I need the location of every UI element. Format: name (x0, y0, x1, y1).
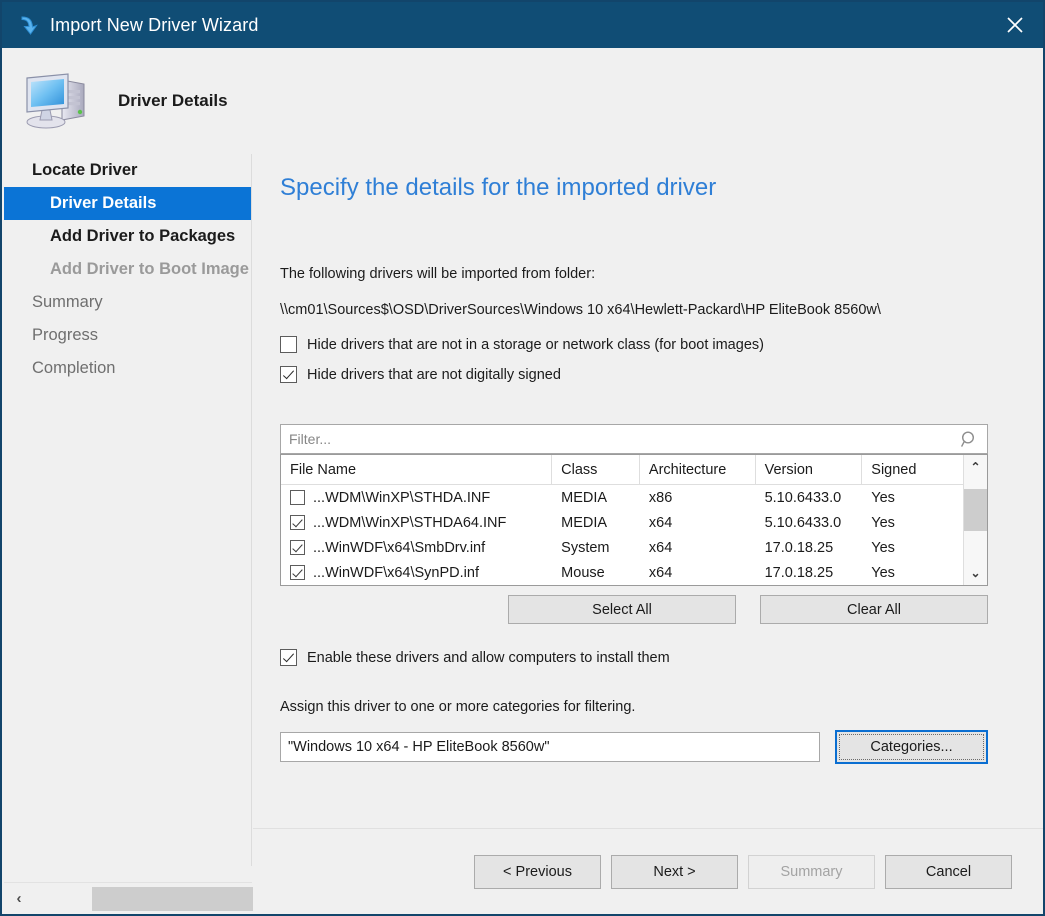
hide-non-storage-label: Hide drivers that are not in a storage o… (307, 337, 764, 353)
column-header-version[interactable]: Version (756, 455, 863, 484)
next-button[interactable]: Next > (611, 855, 738, 889)
row-file-name: ...WinWDF\x64\SmbDrv.inf (313, 540, 485, 556)
table-row[interactable]: ...WDM\WinXP\STHDA.INF MEDIA x86 5.10.64… (281, 485, 963, 510)
window-title: Import New Driver Wizard (50, 15, 258, 36)
cancel-button[interactable]: Cancel (885, 855, 1012, 889)
table-header-row: File Name Class Architecture Version Sig… (281, 455, 963, 485)
row-class: MEDIA (552, 510, 640, 535)
row-file-name-cell[interactable]: ...WinWDF\x64\SynPD.inf (281, 560, 552, 585)
row-architecture: x64 (640, 510, 756, 535)
row-version: 17.0.18.25 (756, 535, 863, 560)
row-class: System (552, 535, 640, 560)
select-all-button[interactable]: Select All (508, 595, 736, 624)
row-version: 5.10.6433.0 (756, 485, 863, 510)
summary-button: Summary (748, 855, 875, 889)
sidebar-item-locate-driver[interactable]: Locate Driver (4, 154, 251, 187)
row-file-name-cell[interactable]: ...WDM\WinXP\STHDA.INF (281, 485, 552, 510)
row-checkbox[interactable] (290, 540, 305, 555)
search-icon[interactable] (960, 430, 979, 449)
row-architecture: x64 (640, 560, 756, 585)
row-architecture: x64 (640, 535, 756, 560)
column-header-file-name[interactable]: File Name (281, 455, 552, 484)
enable-drivers-label: Enable these drivers and allow computers… (307, 650, 670, 666)
column-header-architecture[interactable]: Architecture (640, 455, 756, 484)
header-banner: Driver Details (4, 48, 1043, 154)
row-checkbox[interactable] (290, 490, 305, 505)
categories-button[interactable]: Categories... (835, 730, 988, 764)
previous-button[interactable]: < Previous (474, 855, 601, 889)
enable-drivers-checkbox[interactable] (280, 649, 297, 666)
row-class: Mouse (552, 560, 640, 585)
sidebar-item-driver-details[interactable]: Driver Details (4, 187, 251, 220)
row-version: 5.10.6433.0 (756, 510, 863, 535)
row-signed: Yes (862, 535, 963, 560)
page-title: Driver Details (118, 91, 228, 111)
hide-non-storage-checkbox[interactable] (280, 336, 297, 353)
table-row[interactable]: ...WDM\WinXP\STHDA64.INF MEDIA x64 5.10.… (281, 510, 963, 535)
row-class: MEDIA (552, 485, 640, 510)
intro-text: The following drivers will be imported f… (280, 266, 595, 282)
scrollbar-thumb[interactable] (964, 489, 987, 531)
driver-table: File Name Class Architecture Version Sig… (280, 454, 988, 586)
scrollbar-track[interactable] (34, 883, 222, 915)
scrollbar-thumb[interactable] (92, 887, 262, 911)
categories-button-label: Categories... (839, 734, 984, 760)
row-signed: Yes (862, 485, 963, 510)
assign-categories-label: Assign this driver to one or more catego… (280, 699, 635, 715)
row-checkbox[interactable] (290, 515, 305, 530)
content-pane: Specify the details for the imported dri… (253, 154, 1043, 828)
hide-non-storage-checkbox-row[interactable]: Hide drivers that are not in a storage o… (280, 336, 764, 353)
clear-all-button[interactable]: Clear All (760, 595, 988, 624)
row-signed: Yes (862, 560, 963, 585)
sidebar-item-summary[interactable]: Summary (4, 286, 251, 319)
row-file-name: ...WDM\WinXP\STHDA64.INF (313, 515, 506, 531)
categories-input[interactable]: "Windows 10 x64 - HP EliteBook 8560w" (280, 732, 820, 762)
sidebar-item-completion[interactable]: Completion (4, 352, 251, 385)
import-new-driver-wizard-window: Import New Driver Wizard (0, 0, 1045, 916)
hide-unsigned-checkbox[interactable] (280, 366, 297, 383)
sidebar-item-add-driver-to-boot-image[interactable]: Add Driver to Boot Image (4, 253, 251, 286)
driver-table-body: File Name Class Architecture Version Sig… (281, 455, 963, 585)
row-signed: Yes (862, 510, 963, 535)
folder-path: \\cm01\Sources$\OSD\DriverSources\Window… (280, 302, 881, 318)
row-file-name-cell[interactable]: ...WDM\WinXP\STHDA64.INF (281, 510, 552, 535)
title-bar: Import New Driver Wizard (2, 2, 1043, 48)
scroll-up-icon[interactable]: ⌃ (964, 455, 987, 479)
row-version: 17.0.18.25 (756, 560, 863, 585)
column-header-signed[interactable]: Signed (862, 455, 963, 484)
close-icon[interactable] (987, 2, 1043, 48)
filter-placeholder: Filter... (289, 431, 331, 447)
filter-input[interactable]: Filter... (280, 424, 988, 454)
wizard-step-sidebar: Locate Driver Driver Details Add Driver … (4, 154, 252, 866)
sidebar-item-progress[interactable]: Progress (4, 319, 251, 352)
column-header-class[interactable]: Class (552, 455, 640, 484)
scroll-down-icon[interactable]: ⌄ (964, 561, 987, 585)
import-arrow-icon (14, 10, 44, 40)
sidebar-item-add-driver-to-packages[interactable]: Add Driver to Packages (4, 220, 251, 253)
row-file-name-cell[interactable]: ...WinWDF\x64\SmbDrv.inf (281, 535, 552, 560)
sidebar-horizontal-scrollbar[interactable]: ‹ › (4, 882, 252, 914)
content-heading: Specify the details for the imported dri… (280, 174, 716, 202)
table-row[interactable]: ...WinWDF\x64\SynPD.inf Mouse x64 17.0.1… (281, 560, 963, 585)
enable-drivers-checkbox-row[interactable]: Enable these drivers and allow computers… (280, 649, 670, 666)
table-vertical-scrollbar[interactable]: ⌃ ⌄ (963, 455, 987, 585)
wizard-footer: < Previous Next > Summary Cancel (253, 828, 1043, 915)
row-file-name: ...WDM\WinXP\STHDA.INF (313, 490, 490, 506)
row-file-name: ...WinWDF\x64\SynPD.inf (313, 565, 479, 581)
hide-unsigned-checkbox-row[interactable]: Hide drivers that are not digitally sign… (280, 366, 561, 383)
row-architecture: x86 (640, 485, 756, 510)
computer-icon (22, 64, 96, 138)
hide-unsigned-label: Hide drivers that are not digitally sign… (307, 367, 561, 383)
row-checkbox[interactable] (290, 565, 305, 580)
scroll-left-icon[interactable]: ‹ (4, 883, 34, 915)
table-row[interactable]: ...WinWDF\x64\SmbDrv.inf System x64 17.0… (281, 535, 963, 560)
